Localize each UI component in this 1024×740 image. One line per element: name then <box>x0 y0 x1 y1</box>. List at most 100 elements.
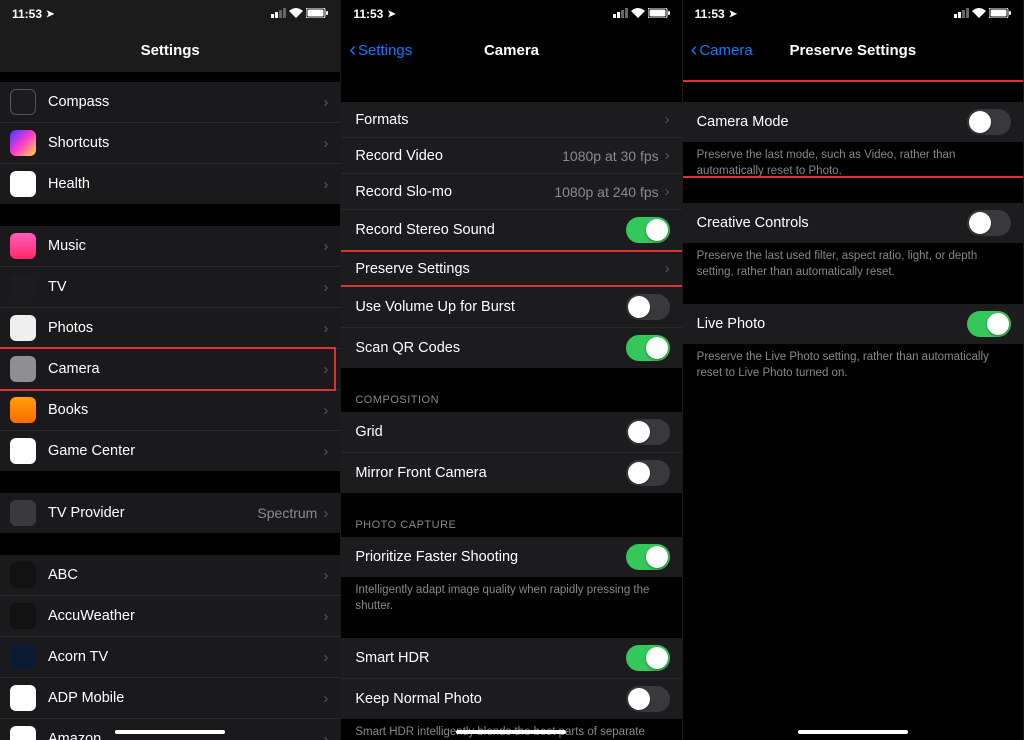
group-footer: Preserve the Live Photo setting, rather … <box>683 344 1023 383</box>
chevron-right-icon: › <box>665 183 670 200</box>
cell-tv[interactable]: TV› <box>0 267 340 308</box>
cell-label: Use Volume Up for Burst <box>355 299 625 315</box>
cell-recordstereo[interactable]: Record Stereo Sound <box>341 210 681 251</box>
cell-label: Record Stereo Sound <box>355 222 625 238</box>
cell-label: Prioritize Faster Shooting <box>355 549 625 565</box>
battery-icon <box>989 7 1011 21</box>
cell-prioritizefaster[interactable]: Prioritize Faster Shooting <box>341 537 681 577</box>
cell-gamecenter[interactable]: Game Center› <box>0 431 340 471</box>
mirrorfront-toggle[interactable] <box>626 460 670 486</box>
nav-bar: Settings <box>0 28 340 72</box>
cell-books[interactable]: Books› <box>0 390 340 431</box>
cell-label: Photos <box>48 320 323 336</box>
chevron-right-icon: › <box>323 690 328 707</box>
cell-adpmobile[interactable]: ADP Mobile› <box>0 678 340 719</box>
battery-icon <box>648 7 670 21</box>
abc-icon <box>10 562 36 588</box>
cell-music[interactable]: Music› <box>0 226 340 267</box>
nav-bar: ‹ Settings Camera <box>341 28 681 72</box>
cell-label: Game Center <box>48 443 323 459</box>
cell-label: Creative Controls <box>697 215 967 231</box>
chevron-right-icon: › <box>323 176 328 193</box>
page-title: Camera <box>484 42 539 59</box>
back-label: Camera <box>699 42 752 59</box>
cell-photos[interactable]: Photos› <box>0 308 340 349</box>
page-title: Preserve Settings <box>789 42 916 59</box>
cell-tvprovider[interactable]: TV ProviderSpectrum› <box>0 493 340 533</box>
home-indicator[interactable] <box>456 730 566 734</box>
keepnormal-toggle[interactable] <box>626 686 670 712</box>
chevron-right-icon: › <box>323 649 328 666</box>
settings-list[interactable]: Compass›Shortcuts›Health›Music›TV›Photos… <box>0 72 340 740</box>
cell-label: Preserve Settings <box>355 261 664 277</box>
cell-label: Books <box>48 402 323 418</box>
recordstereo-toggle[interactable] <box>626 217 670 243</box>
home-indicator[interactable] <box>798 730 908 734</box>
creativecontrols-toggle[interactable] <box>967 210 1011 236</box>
cell-detail: 1080p at 30 fps <box>562 148 659 164</box>
chevron-right-icon: › <box>323 320 328 337</box>
group-footer: Preserve the last used filter, aspect ra… <box>683 243 1023 282</box>
back-button[interactable]: ‹ Settings <box>349 40 412 60</box>
chevron-right-icon: › <box>323 238 328 255</box>
cell-smarthdr[interactable]: Smart HDR <box>341 638 681 679</box>
amazon-icon <box>10 726 36 740</box>
cell-cameramode[interactable]: Camera Mode <box>683 102 1023 142</box>
books-icon <box>10 397 36 423</box>
cell-livephoto[interactable]: Live Photo <box>683 304 1023 344</box>
home-indicator[interactable] <box>115 730 225 734</box>
cell-keepnormal[interactable]: Keep Normal Photo <box>341 679 681 719</box>
preserve-settings-list[interactable]: Camera ModePreserve the last mode, such … <box>683 72 1023 740</box>
chevron-right-icon: › <box>323 402 328 419</box>
screen-preserve-settings: 11:53 ➤ ‹ Camera Preserve Settings Camer… <box>683 0 1024 740</box>
chevron-right-icon: › <box>323 443 328 460</box>
cell-health[interactable]: Health› <box>0 164 340 204</box>
signal-icon <box>954 7 969 21</box>
cell-label: TV Provider <box>48 505 257 521</box>
tvprovider-icon <box>10 500 36 526</box>
location-icon: ➤ <box>387 9 395 20</box>
compass-icon <box>10 89 36 115</box>
chevron-right-icon: › <box>323 135 328 152</box>
group-header: COMPOSITION <box>341 390 681 412</box>
cell-creativecontrols[interactable]: Creative Controls <box>683 203 1023 243</box>
chevron-right-icon: › <box>665 260 670 277</box>
smarthdr-toggle[interactable] <box>626 645 670 671</box>
cell-label: AccuWeather <box>48 608 323 624</box>
cell-recordslomo[interactable]: Record Slo-mo1080p at 240 fps› <box>341 174 681 210</box>
cell-shortcuts[interactable]: Shortcuts› <box>0 123 340 164</box>
cell-accuweather[interactable]: AccuWeather› <box>0 596 340 637</box>
status-time: 11:53 <box>695 7 725 21</box>
scanqr-toggle[interactable] <box>626 335 670 361</box>
status-bar: 11:53 ➤ <box>683 0 1023 28</box>
cell-label: Compass <box>48 94 323 110</box>
grid-toggle[interactable] <box>626 419 670 445</box>
cell-volumeburst[interactable]: Use Volume Up for Burst <box>341 287 681 328</box>
cell-mirrorfront[interactable]: Mirror Front Camera <box>341 453 681 493</box>
camera-settings-list[interactable]: Formats›Record Video1080p at 30 fps›Reco… <box>341 72 681 740</box>
wifi-icon <box>631 7 645 21</box>
volumeburst-toggle[interactable] <box>626 294 670 320</box>
back-button[interactable]: ‹ Camera <box>691 40 753 60</box>
signal-icon <box>613 7 628 21</box>
livephoto-toggle[interactable] <box>967 311 1011 337</box>
group-header: PHOTO CAPTURE <box>341 515 681 537</box>
cameramode-toggle[interactable] <box>967 109 1011 135</box>
cell-recordvideo[interactable]: Record Video1080p at 30 fps › <box>341 138 681 174</box>
cell-grid[interactable]: Grid <box>341 412 681 453</box>
cell-scanqr[interactable]: Scan QR Codes <box>341 328 681 368</box>
prioritizefaster-toggle[interactable] <box>626 544 670 570</box>
chevron-left-icon: ‹ <box>349 40 356 60</box>
cell-label: ADP Mobile <box>48 690 323 706</box>
chevron-right-icon: › <box>323 279 328 296</box>
chevron-right-icon: › <box>323 608 328 625</box>
cell-formats[interactable]: Formats› <box>341 102 681 138</box>
cell-acorntv[interactable]: Acorn TV› <box>0 637 340 678</box>
cell-preservesettings[interactable]: Preserve Settings› <box>341 251 681 287</box>
chevron-right-icon: › <box>665 147 670 164</box>
cell-compass[interactable]: Compass› <box>0 82 340 123</box>
cell-label: Record Video <box>355 148 562 164</box>
cell-camera[interactable]: Camera› <box>0 349 340 390</box>
battery-icon <box>306 7 328 21</box>
cell-abc[interactable]: ABC› <box>0 555 340 596</box>
